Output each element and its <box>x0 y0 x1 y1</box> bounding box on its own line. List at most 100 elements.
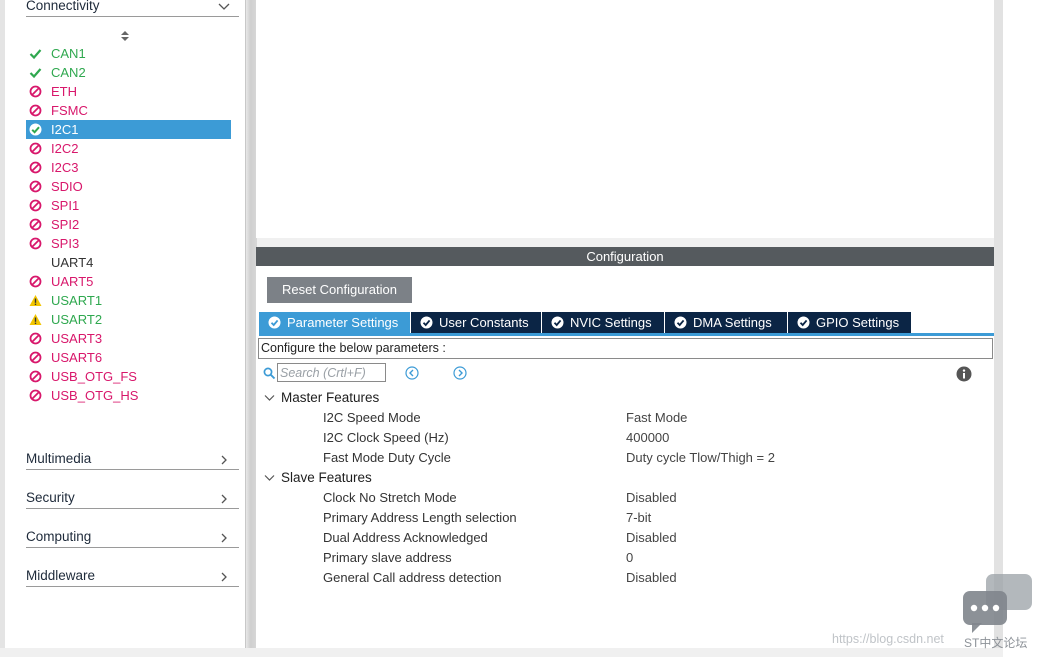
peripheral-item[interactable]: USART3 <box>26 329 231 348</box>
disabled-icon <box>29 218 42 231</box>
param-name: I2C Clock Speed (Hz) <box>323 430 449 445</box>
param-row[interactable]: Fast Mode Duty Cycle Duty cycle Tlow/Thi… <box>323 448 983 468</box>
check-circle-icon <box>29 123 42 136</box>
param-value[interactable]: Fast Mode <box>626 408 687 428</box>
group-slave-features[interactable]: Slave Features <box>264 468 372 488</box>
peripheral-label: I2C3 <box>51 160 79 175</box>
check-icon <box>29 49 42 60</box>
peripheral-item[interactable]: USB_OTG_FS <box>26 367 231 386</box>
chevron-down-icon <box>264 395 275 401</box>
param-value[interactable]: Disabled <box>626 488 677 508</box>
peripheral-label: SDIO <box>51 179 83 194</box>
category-connectivity[interactable]: Connectivity <box>26 0 239 17</box>
reset-configuration-button[interactable]: Reset Configuration <box>267 277 412 303</box>
param-row[interactable]: Clock No Stretch Mode Disabled <box>323 488 983 508</box>
category-computing[interactable]: Computing <box>26 525 239 548</box>
category-label: Middleware <box>26 568 96 583</box>
peripheral-item[interactable]: USART2 <box>26 310 231 329</box>
peripheral-item[interactable]: I2C2 <box>26 139 231 158</box>
disabled-icon <box>29 332 42 345</box>
category-label: Computing <box>26 529 92 544</box>
param-value[interactable]: 7-bit <box>626 508 651 528</box>
peripheral-item[interactable]: CAN2 <box>26 63 231 82</box>
param-row[interactable]: General Call address detection Disabled <box>323 568 983 588</box>
category-security[interactable]: Security <box>26 486 239 509</box>
tab-label: NVIC Settings <box>570 315 652 330</box>
param-row[interactable]: Dual Address Acknowledged Disabled <box>323 528 983 548</box>
peripheral-label: FSMC <box>51 103 88 118</box>
peripheral-item[interactable]: UART4 <box>26 253 231 272</box>
category-label: Security <box>26 490 75 505</box>
pinout-view <box>256 0 994 238</box>
disabled-icon <box>29 104 42 117</box>
check-circle-icon <box>551 316 564 329</box>
peripheral-item[interactable]: SDIO <box>26 177 231 196</box>
param-name: Primary Address Length selection <box>323 510 517 525</box>
group-title: Master Features <box>281 390 380 405</box>
param-value[interactable]: Disabled <box>626 528 677 548</box>
param-row[interactable]: Primary Address Length selection 7-bit <box>323 508 983 528</box>
disabled-icon <box>29 85 42 98</box>
tab-label: Parameter Settings <box>287 315 399 330</box>
tab-parameter-settings[interactable]: Parameter Settings <box>259 312 411 333</box>
peripheral-item[interactable]: SPI1 <box>26 196 231 215</box>
peripheral-item[interactable]: SPI3 <box>26 234 231 253</box>
previous-match-icon[interactable] <box>405 366 419 380</box>
peripheral-list: CAN1 CAN2 ETH FSMC I2C1 I2C2 I2C3 SDIO SPI1 SPI2 S… <box>26 44 231 405</box>
category-middleware[interactable]: Middleware <box>26 564 239 587</box>
peripheral-label: UART4 <box>51 255 94 270</box>
disabled-icon <box>29 142 42 155</box>
category-multimedia[interactable]: Multimedia <box>26 447 239 470</box>
tab-gpio-settings[interactable]: GPIO Settings <box>788 312 912 333</box>
param-name: Primary slave address <box>323 550 452 565</box>
peripheral-label: USART6 <box>51 350 103 365</box>
peripheral-label: I2C1 <box>51 122 79 137</box>
peripheral-item[interactable]: SPI2 <box>26 215 231 234</box>
peripheral-label: CAN1 <box>51 46 86 61</box>
sort-icon[interactable] <box>119 30 131 42</box>
tab-user-constants[interactable]: User Constants <box>411 312 542 333</box>
param-row[interactable]: Primary slave address 0 <box>323 548 983 568</box>
param-name: General Call address detection <box>323 570 502 585</box>
param-value[interactable]: 400000 <box>626 428 669 448</box>
search-input[interactable] <box>277 363 386 382</box>
peripheral-item[interactable]: ETH <box>26 82 231 101</box>
tab-underline <box>259 333 994 336</box>
disabled-icon <box>29 199 42 212</box>
disabled-icon <box>29 275 42 288</box>
peripheral-label: I2C2 <box>51 141 79 156</box>
peripheral-item[interactable]: USART1 <box>26 291 231 310</box>
chevron-right-icon <box>221 572 227 582</box>
peripheral-item[interactable]: FSMC <box>26 101 231 120</box>
peripheral-label: USB_OTG_FS <box>51 369 137 384</box>
chevron-right-icon <box>221 494 227 504</box>
tab-dma-settings[interactable]: DMA Settings <box>665 312 788 333</box>
peripheral-item[interactable]: CAN1 <box>26 44 231 63</box>
right-edge <box>1003 0 1042 657</box>
category-sidebar: Connectivity CAN1 CAN2 ETH FSMC I2C1 I2C2 I2C3… <box>5 0 245 648</box>
param-value[interactable]: 0 <box>626 548 633 568</box>
peripheral-item[interactable]: I2C1 <box>26 120 231 139</box>
param-name: I2C Speed Mode <box>323 410 421 425</box>
param-value[interactable]: Disabled <box>626 568 677 588</box>
peripheral-item[interactable]: I2C3 <box>26 158 231 177</box>
group-master-features[interactable]: Master Features <box>264 388 379 408</box>
peripheral-item[interactable]: UART5 <box>26 272 231 291</box>
warning-icon <box>29 314 42 325</box>
chat-bubbles-icon <box>963 574 1032 633</box>
disabled-icon <box>29 389 42 402</box>
param-value[interactable]: Duty cycle Tlow/Thigh = 2 <box>626 448 775 468</box>
param-name: Clock No Stretch Mode <box>323 490 457 505</box>
param-row[interactable]: I2C Clock Speed (Hz) 400000 <box>323 428 983 448</box>
tab-label: DMA Settings <box>693 315 772 330</box>
tab-label: User Constants <box>439 315 529 330</box>
tab-nvic-settings[interactable]: NVIC Settings <box>542 312 665 333</box>
peripheral-item[interactable]: USB_OTG_HS <box>26 386 231 405</box>
param-row[interactable]: I2C Speed Mode Fast Mode <box>323 408 983 428</box>
info-icon[interactable] <box>956 366 972 382</box>
watermark-url: https://blog.csdn.net <box>832 632 944 646</box>
watermark-brand: ST中文论坛 <box>964 636 1028 650</box>
peripheral-label: USB_OTG_HS <box>51 388 139 403</box>
peripheral-item[interactable]: USART6 <box>26 348 231 367</box>
next-match-icon[interactable] <box>453 366 467 380</box>
